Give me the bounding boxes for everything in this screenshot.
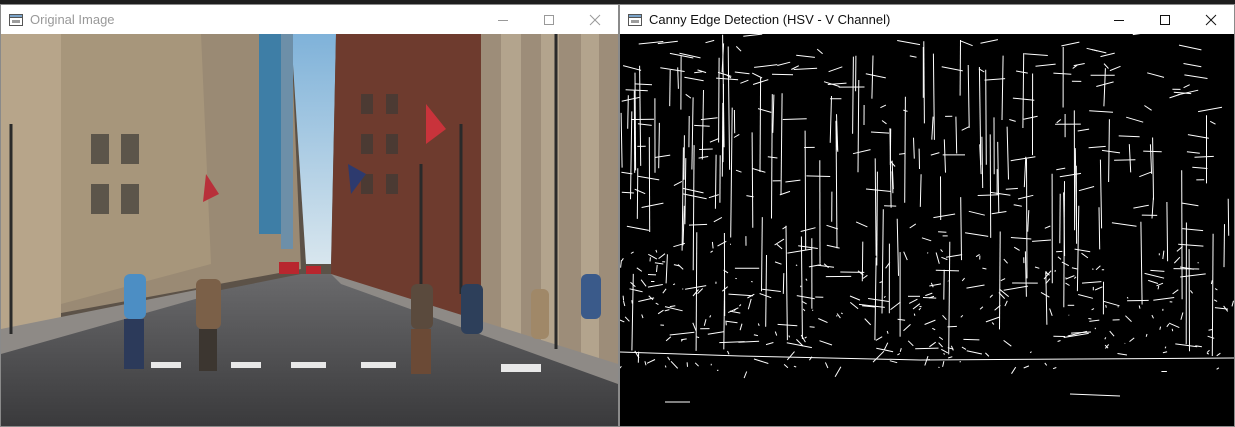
maximize-button[interactable] [1142, 5, 1188, 34]
close-icon [589, 14, 601, 25]
original-image-window[interactable]: Original Image [0, 4, 619, 427]
city-street-photo [1, 34, 618, 426]
canny-edge-window[interactable]: Canny Edge Detection (HSV - V Channel) [619, 4, 1235, 427]
image-window-icon [8, 12, 24, 28]
minimize-button[interactable] [1096, 5, 1142, 34]
edge-image-canvas [620, 34, 1234, 426]
close-icon [1205, 14, 1217, 25]
maximize-icon [544, 14, 554, 25]
close-button[interactable] [1188, 5, 1234, 34]
window-titlebar[interactable]: Canny Edge Detection (HSV - V Channel) [620, 5, 1234, 34]
window-titlebar[interactable]: Original Image [1, 5, 618, 34]
minimize-icon [498, 19, 508, 21]
original-image-canvas [1, 34, 618, 426]
minimize-icon [1114, 19, 1124, 21]
window-title: Canny Edge Detection (HSV - V Channel) [649, 12, 891, 27]
close-button[interactable] [572, 5, 618, 34]
image-window-icon [627, 12, 643, 28]
maximize-button[interactable] [526, 5, 572, 34]
maximize-icon [1160, 14, 1170, 25]
window-title: Original Image [30, 12, 115, 27]
edge-map-image [620, 34, 1234, 426]
minimize-button[interactable] [480, 5, 526, 34]
